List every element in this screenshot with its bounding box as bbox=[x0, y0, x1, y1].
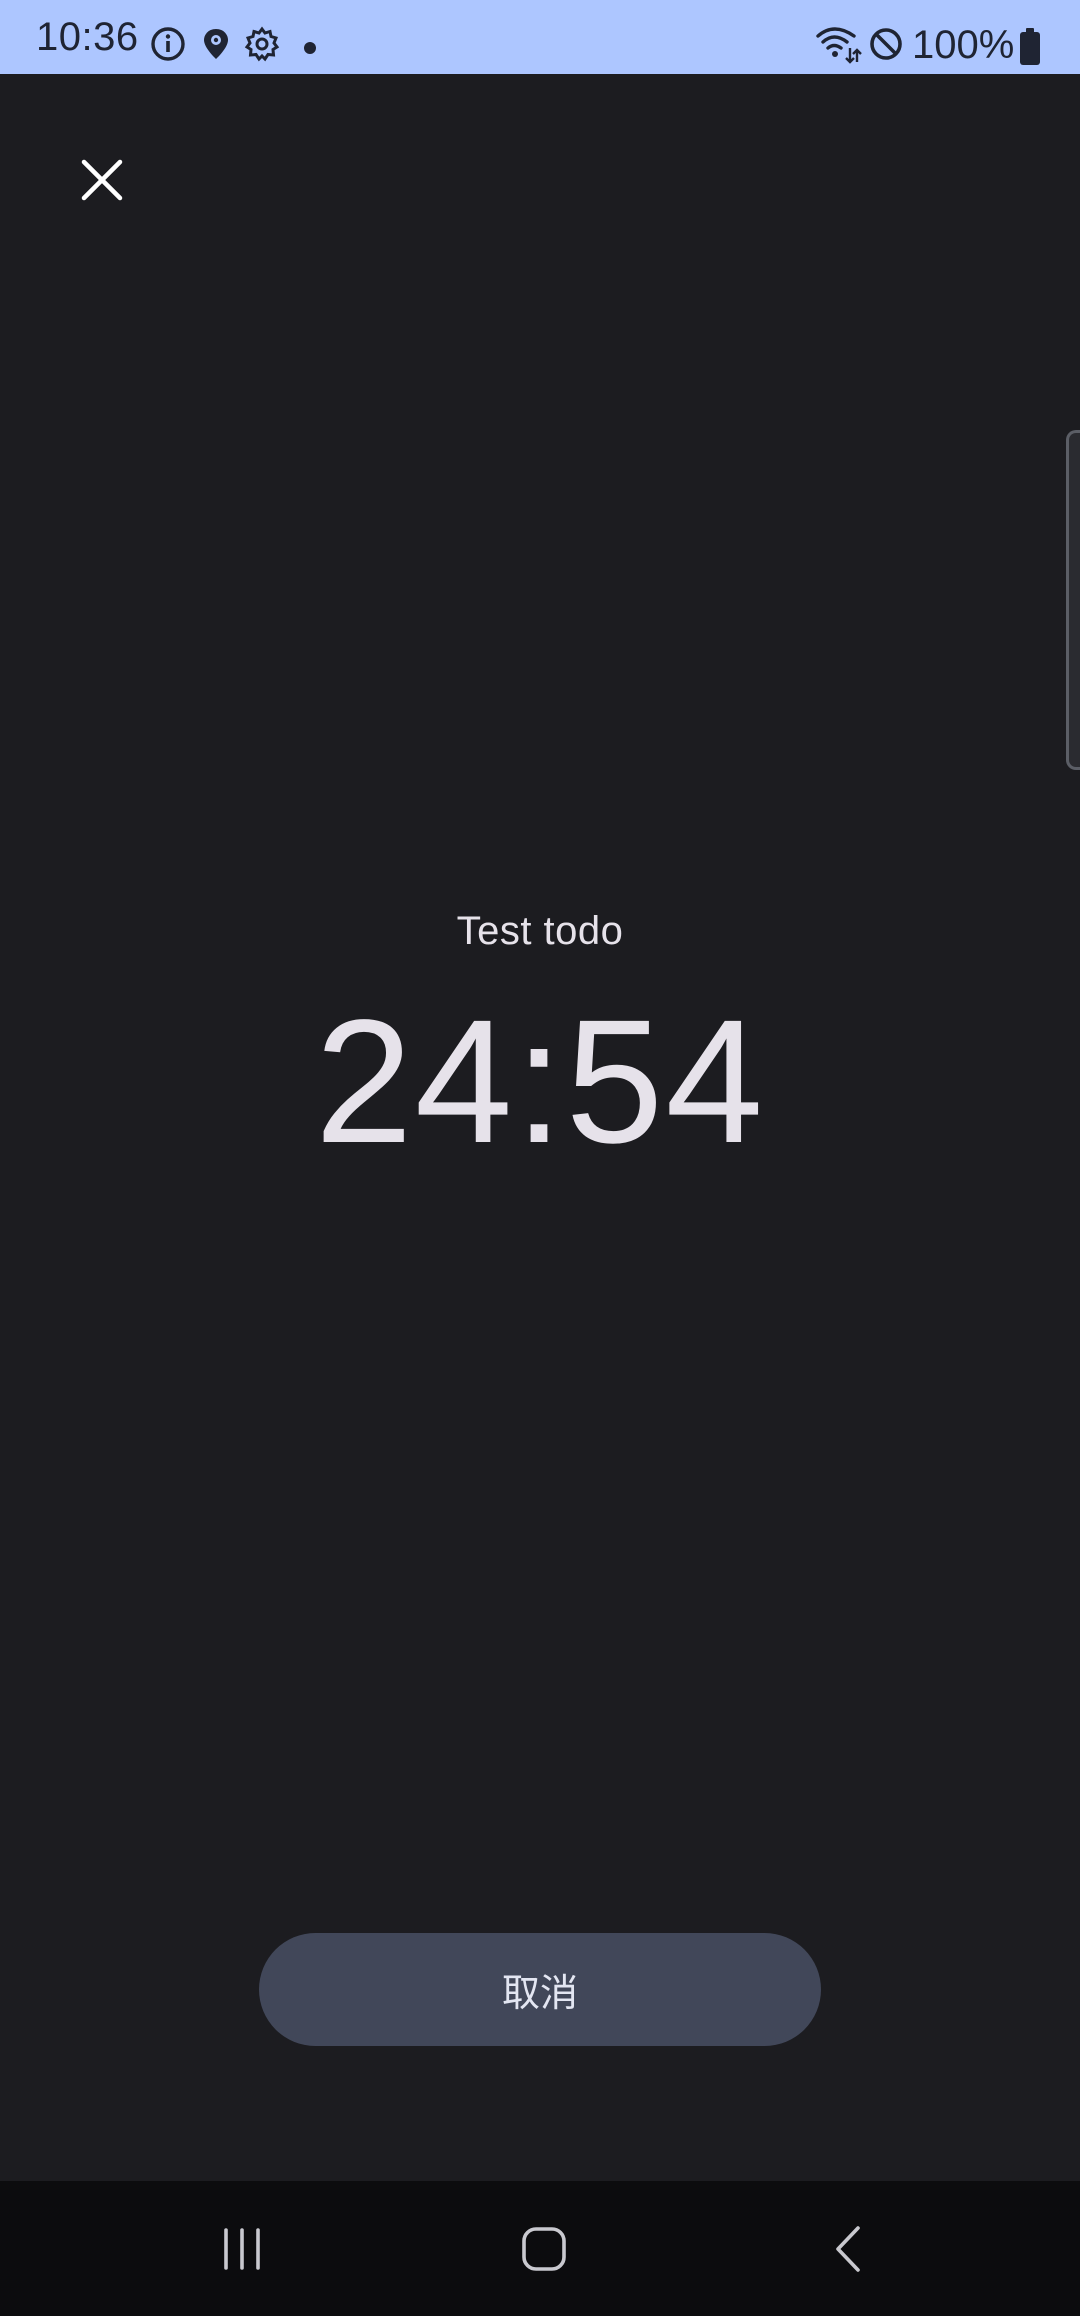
notification-dot-icon bbox=[304, 42, 316, 54]
home-button[interactable] bbox=[484, 2209, 604, 2289]
home-icon bbox=[522, 2227, 566, 2271]
cancel-button-label: 取消 bbox=[501, 1971, 578, 2015]
close-icon bbox=[81, 159, 123, 201]
focus-timer-screen: 10:36 100% Test todo 24:54 取消 bbox=[0, 0, 1080, 2316]
recent-apps-button[interactable] bbox=[182, 2209, 302, 2289]
do-not-disturb-icon bbox=[868, 26, 904, 62]
info-icon bbox=[150, 26, 186, 62]
recent-apps-icon bbox=[224, 2228, 260, 2270]
status-time: 10:36 bbox=[36, 15, 139, 59]
settings-gear-icon bbox=[244, 26, 280, 62]
navigation-bar bbox=[0, 2181, 1080, 2316]
wifi-icon bbox=[814, 24, 862, 64]
timer-countdown: 24:54 bbox=[314, 984, 766, 1180]
cancel-button[interactable]: 取消 bbox=[259, 1933, 821, 2046]
todo-title: Test todo bbox=[456, 909, 624, 953]
edge-panel-handle[interactable] bbox=[1066, 430, 1080, 770]
back-icon bbox=[836, 2226, 860, 2272]
location-pin-icon bbox=[198, 26, 234, 62]
back-button[interactable] bbox=[788, 2209, 908, 2289]
status-bar: 10:36 100% bbox=[0, 0, 1080, 74]
battery-icon bbox=[1018, 28, 1042, 66]
close-button[interactable] bbox=[62, 140, 142, 220]
battery-percentage: 100% bbox=[912, 23, 1015, 67]
